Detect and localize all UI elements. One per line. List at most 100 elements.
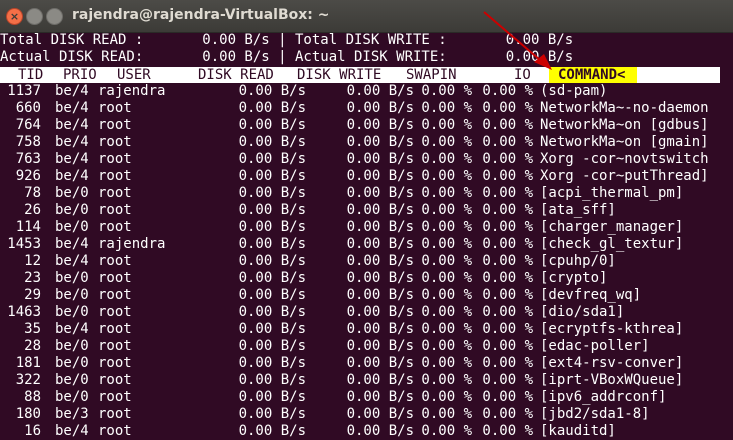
cell-prio: be/0 <box>55 185 89 201</box>
cell-disk-write: 0.00 B/s <box>346 270 414 286</box>
cell-disk-write: 0.00 B/s <box>346 117 414 133</box>
cell-disk-read: 0.00 B/s <box>238 406 306 422</box>
cell-io: 0.00 % <box>482 406 533 422</box>
cell-command: [ext4-rsv-conver] <box>540 355 684 371</box>
cell-swapin: 0.00 % <box>421 355 472 371</box>
cell-io: 0.00 % <box>482 151 533 167</box>
process-row: 16 be/4 root 0.00 B/s 0.00 B/s 0.00 % 0.00 % [k… <box>0 423 733 440</box>
cell-prio: be/0 <box>55 355 89 371</box>
cell-tid: 1137 <box>7 83 41 99</box>
process-row: 1137 be/4 rajendra 0.00 B/s 0.00 B/s 0.00 % 0.… <box>0 83 733 100</box>
cell-disk-read: 0.00 B/s <box>238 151 306 167</box>
cell-prio: be/4 <box>55 83 89 99</box>
process-row: 660 be/4 root 0.00 B/s 0.00 B/s 0.00 % 0.00 % N… <box>0 100 733 117</box>
cell-swapin: 0.00 % <box>421 287 472 303</box>
column-header-command[interactable]: COMMAND< <box>549 67 638 83</box>
cell-tid: 322 <box>15 372 41 388</box>
cell-disk-write: 0.00 B/s <box>346 304 414 320</box>
cell-user: root <box>98 355 132 371</box>
cell-user: root <box>98 304 132 320</box>
cell-prio: be/4 <box>55 236 89 252</box>
cell-swapin: 0.00 % <box>421 270 472 286</box>
cell-tid: 758 <box>15 134 41 150</box>
cell-tid: 1463 <box>7 304 41 320</box>
cell-command: [check_gl_textur] <box>540 236 684 252</box>
cell-user: root <box>98 219 132 235</box>
cell-command: NetworkMa~-no-daemon <box>540 100 709 116</box>
cell-disk-read: 0.00 B/s <box>238 117 306 133</box>
window-titlebar[interactable]: × rajendra@rajendra-VirtualBox: ~ <box>0 0 733 33</box>
cell-io: 0.00 % <box>482 304 533 320</box>
cell-user: rajendra <box>98 236 166 252</box>
cell-swapin: 0.00 % <box>421 185 472 201</box>
column-header-user[interactable]: USER <box>117 67 151 83</box>
cell-tid: 12 <box>24 253 41 269</box>
cell-command: [acpi_thermal_pm] <box>540 185 684 201</box>
cell-swapin: 0.00 % <box>421 338 472 354</box>
cell-disk-write: 0.00 B/s <box>346 423 414 439</box>
cell-command: Xorg -cor~novtswitch <box>540 151 709 167</box>
cell-prio: be/0 <box>55 304 89 320</box>
cell-disk-write: 0.00 B/s <box>346 253 414 269</box>
cell-disk-read: 0.00 B/s <box>238 389 306 405</box>
cell-user: root <box>98 117 132 133</box>
cell-command: [kauditd] <box>540 423 616 439</box>
process-row: 1463 be/0 root 0.00 B/s 0.00 B/s 0.00 % 0.00 %… <box>0 304 733 321</box>
cell-disk-read: 0.00 B/s <box>238 321 306 337</box>
cell-disk-read: 0.00 B/s <box>238 100 306 116</box>
cell-swapin: 0.00 % <box>421 117 472 133</box>
close-icon: × <box>9 10 20 23</box>
cell-disk-read: 0.00 B/s <box>238 202 306 218</box>
process-row: 114 be/0 root 0.00 B/s 0.00 B/s 0.00 % 0.00 % [… <box>0 219 733 236</box>
close-button[interactable]: × <box>6 8 23 25</box>
cell-prio: be/4 <box>55 253 89 269</box>
cell-command: [dio/sda1] <box>540 304 625 320</box>
column-header-disk-write[interactable]: DISK WRITE <box>297 67 381 83</box>
cell-command: [ata_sff] <box>540 202 616 218</box>
cell-swapin: 0.00 % <box>421 202 472 218</box>
cell-disk-write: 0.00 B/s <box>346 389 414 405</box>
cell-user: root <box>98 253 132 269</box>
cell-prio: be/4 <box>55 151 89 167</box>
process-row: 758 be/4 root 0.00 B/s 0.00 B/s 0.00 % 0.00 % N… <box>0 134 733 151</box>
cell-disk-read: 0.00 B/s <box>238 355 306 371</box>
cell-disk-write: 0.00 B/s <box>346 321 414 337</box>
cell-tid: 764 <box>15 117 41 133</box>
column-header-prio[interactable]: PRIO <box>63 67 97 83</box>
cell-prio: be/0 <box>55 338 89 354</box>
process-row: 926 be/4 root 0.00 B/s 0.00 B/s 0.00 % 0.00 % X… <box>0 168 733 185</box>
cell-io: 0.00 % <box>482 372 533 388</box>
column-header-disk-read[interactable]: DISK READ <box>198 67 274 83</box>
cell-prio: be/4 <box>55 168 89 184</box>
cell-tid: 29 <box>24 287 41 303</box>
cell-disk-write: 0.00 B/s <box>346 355 414 371</box>
cell-command: [ipv6_addrconf] <box>540 389 667 405</box>
cell-user: root <box>98 168 132 184</box>
column-header-io[interactable]: IO <box>514 67 531 83</box>
cell-io: 0.00 % <box>482 389 533 405</box>
cell-disk-read: 0.00 B/s <box>238 185 306 201</box>
summary-line-total: Total DISK READ : 0.00 B/s | Total DISK … <box>0 32 574 48</box>
column-header-tid[interactable]: TID <box>18 67 43 83</box>
cell-io: 0.00 % <box>482 134 533 150</box>
cell-io: 0.00 % <box>482 253 533 269</box>
maximize-button[interactable] <box>46 8 63 25</box>
cell-tid: 88 <box>24 389 41 405</box>
cell-command: [edac-poller] <box>540 338 650 354</box>
cell-disk-write: 0.00 B/s <box>346 202 414 218</box>
cell-disk-read: 0.00 B/s <box>238 168 306 184</box>
cell-disk-write: 0.00 B/s <box>346 236 414 252</box>
cell-command: [jbd2/sda1-8] <box>540 406 650 422</box>
minimize-button[interactable] <box>26 8 43 25</box>
cell-disk-read: 0.00 B/s <box>238 236 306 252</box>
cell-user: rajendra <box>98 83 166 99</box>
cell-user: root <box>98 100 132 116</box>
cell-user: root <box>98 134 132 150</box>
cell-swapin: 0.00 % <box>421 253 472 269</box>
cell-tid: 35 <box>24 321 41 337</box>
cell-disk-write: 0.00 B/s <box>346 83 414 99</box>
cell-prio: be/3 <box>55 406 89 422</box>
cell-command: [iprt-VBoxWQueue] <box>540 372 684 388</box>
cell-user: root <box>98 202 132 218</box>
column-header-swapin[interactable]: SWAPIN <box>406 67 457 83</box>
